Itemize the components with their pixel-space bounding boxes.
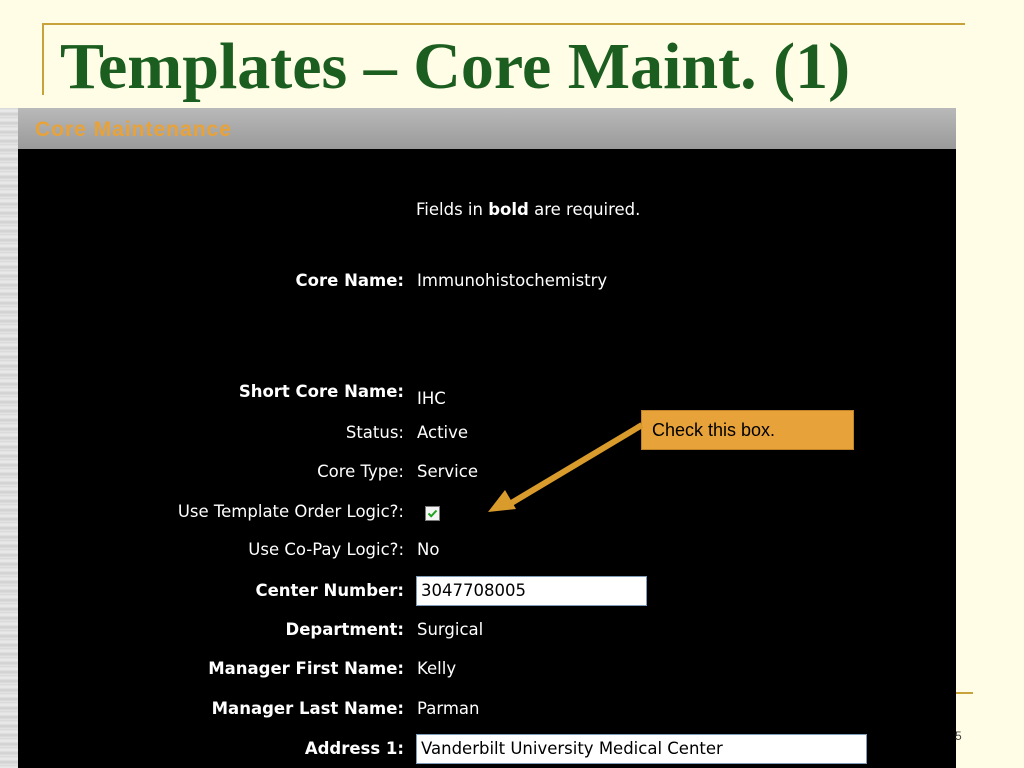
app-header: Core Maintenance	[18, 108, 956, 149]
manager-first-name-label: Manager First Name:	[208, 659, 404, 678]
short-core-name-value: IHC	[417, 389, 446, 408]
slide-frame-top-line	[42, 23, 965, 25]
slide-number: 5	[955, 729, 962, 743]
screenshot-edge-strip	[0, 108, 18, 768]
status-label: Status:	[345, 423, 404, 442]
core-name-label: Core Name:	[295, 271, 404, 290]
checkmark-icon	[427, 509, 438, 518]
address-1-input[interactable]: Vanderbilt University Medical Center	[416, 734, 867, 764]
department-label: Department:	[285, 620, 404, 639]
slide-frame-left-line	[42, 23, 44, 95]
required-note-prefix: Fields in	[416, 200, 489, 219]
manager-last-name-label: Manager Last Name:	[211, 699, 404, 718]
co-pay-logic-label: Use Co-Pay Logic?:	[248, 540, 404, 559]
slide-title: Templates – Core Maint. (1)	[60, 30, 851, 103]
slide-frame-bottom-line	[955, 692, 973, 694]
app-header-title: Core Maintenance	[35, 118, 232, 141]
core-type-label: Core Type:	[317, 462, 404, 481]
center-number-input[interactable]: 3047708005	[416, 576, 647, 606]
core-name-value: Immunohistochemistry	[417, 271, 608, 290]
co-pay-logic-value: No	[417, 540, 440, 559]
department-value: Surgical	[417, 620, 484, 639]
template-order-logic-label: Use Template Order Logic?:	[177, 502, 404, 521]
manager-first-name-value: Kelly	[417, 659, 457, 678]
status-value: Active	[417, 423, 469, 442]
core-type-value: Service	[417, 462, 478, 481]
center-number-label: Center Number:	[255, 581, 405, 600]
address-1-label: Address 1:	[304, 739, 404, 758]
short-core-name-label: Short Core Name:	[238, 382, 404, 401]
template-order-logic-checkbox[interactable]	[425, 506, 440, 521]
core-maintenance-form: Fields in bold are required. Core Name: …	[18, 149, 956, 768]
required-note-suffix: are required.	[528, 200, 641, 219]
required-fields-note: Fields in bold are required.	[416, 200, 640, 219]
callout-check-this-box: Check this box.	[641, 410, 854, 450]
required-note-bold: bold	[488, 200, 529, 219]
manager-last-name-value: Parman	[417, 699, 480, 718]
